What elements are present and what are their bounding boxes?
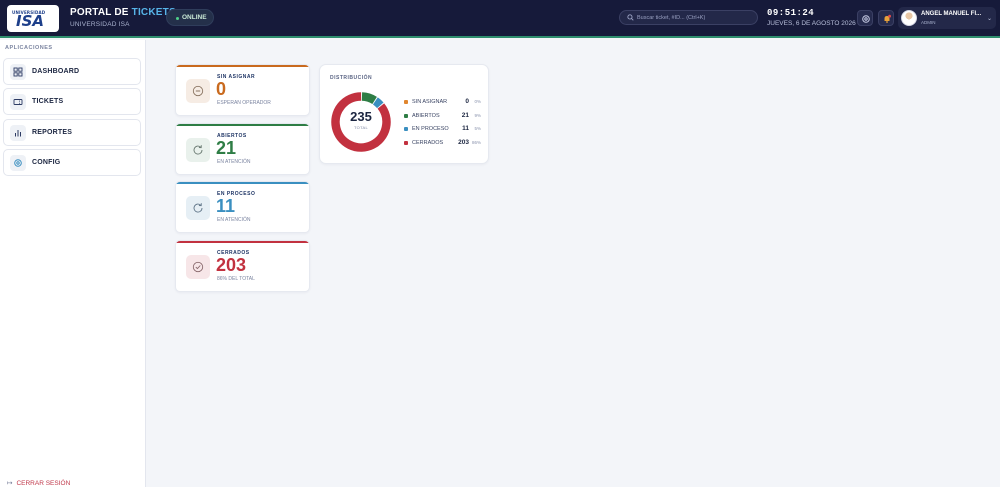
user-role: ADMIN [921, 20, 936, 25]
refresh-icon [186, 138, 210, 162]
legend-name: SIN ASIGNAR [412, 99, 448, 105]
donut-slice-abiertos [361, 92, 377, 105]
legend-swatch [404, 100, 408, 104]
chevron-down-icon: ⌄ [987, 16, 993, 22]
stat-value: 0 [216, 79, 227, 99]
online-dot-icon [176, 17, 179, 20]
sidebar-item-label: REPORTES [32, 129, 73, 136]
search-box[interactable] [619, 10, 758, 25]
gear-icon [862, 15, 870, 23]
sidebar-item-tickets[interactable]: TICKETS [3, 88, 141, 115]
notifications-button[interactable] [878, 10, 894, 26]
sidebar-item-reportes[interactable]: REPORTES [3, 119, 141, 146]
legend-name: CERRADOS [412, 140, 444, 146]
stat-card-accent-bar [176, 65, 309, 67]
minus-circle-icon [186, 79, 210, 103]
sidebar-item-label: CONFIG [32, 159, 61, 166]
legend-percent: 9% [474, 113, 481, 118]
legend-count: 0 [465, 98, 469, 105]
gear-icon [10, 155, 26, 171]
portal-title: PORTAL DE TICKETS [70, 7, 176, 18]
stat-hint: EN ATENCIÓN [217, 217, 251, 223]
portal-title-prefix: PORTAL DE [70, 7, 129, 18]
sidebar-section-label: APLICACIONES [5, 45, 53, 51]
legend-name: ABIERTOS [412, 113, 440, 119]
stat-hint: ESPERAN OPERADOR [217, 100, 271, 106]
stat-value: 203 [216, 255, 247, 275]
clock-time: 09:51:24 [767, 8, 815, 18]
stat-card-abiertos[interactable]: ABIERTOS 21 EN ATENCIÓN [175, 123, 310, 175]
brand: PORTAL DE TICKETS UNIVERSIDAD ISA [70, 7, 176, 28]
stat-card-cerrados[interactable]: CERRADOS 203 86% DEL TOTAL [175, 240, 310, 292]
clock-date: JUEVES, 6 DE AGOSTO 2026 [767, 20, 856, 27]
legend-count: 203 [458, 139, 469, 146]
check-circle-icon [186, 255, 210, 279]
sidebar: APLICACIONES DASHBOARD TICKETS REPORTES … [0, 40, 146, 487]
search-input[interactable] [637, 12, 755, 24]
avatar [901, 10, 917, 26]
university-logo[interactable]: UNIVERSIDAD ISA [7, 5, 59, 32]
distribution-card: DISTRIBUCIÓN 235 TOTAL SIN ASIGNAR 0 0% … [319, 64, 489, 164]
stat-card-en-proceso[interactable]: EN PROCESO 11 EN ATENCIÓN [175, 181, 310, 233]
stat-value: 11 [216, 196, 236, 216]
legend-percent: 0% [474, 99, 481, 104]
legend-swatch [404, 141, 408, 145]
ticket-icon [10, 94, 26, 110]
logo-big-text: ISA [16, 12, 44, 30]
logout-button[interactable]: ↦ CERRAR SESIÓN [7, 479, 70, 487]
legend-count: 11 [462, 125, 469, 132]
stat-value: 21 [216, 138, 237, 158]
settings-button[interactable] [857, 10, 873, 26]
search-icon [627, 14, 634, 21]
grid-icon [10, 64, 26, 80]
sidebar-item-config[interactable]: CONFIG [3, 149, 141, 176]
legend-swatch [404, 114, 408, 118]
online-status-text: ONLINE [182, 14, 207, 21]
donut-slice-en-proceso [372, 97, 384, 109]
legend-count: 21 [461, 112, 469, 119]
logout-label: CERRAR SESIÓN [16, 480, 71, 487]
sidebar-item-dashboard[interactable]: DASHBOARD [3, 58, 141, 85]
bell-icon [884, 14, 891, 23]
sidebar-item-label: TICKETS [32, 98, 64, 105]
bar-chart-icon [10, 125, 26, 141]
sidebar-item-label: DASHBOARD [32, 68, 80, 75]
portal-subtitle: UNIVERSIDAD ISA [70, 21, 130, 28]
top-bar: UNIVERSIDAD ISA PORTAL DE TICKETS UNIVER… [0, 0, 1000, 38]
legend-percent: 5% [474, 126, 481, 131]
stat-hint: 86% DEL TOTAL [217, 276, 255, 282]
donut-total: 235 [350, 109, 372, 124]
online-status-badge: ONLINE [166, 9, 214, 26]
legend-name: EN PROCESO [412, 126, 449, 132]
user-menu[interactable]: ANGEL MANUEL FI... ADMIN ⌄ [898, 7, 996, 29]
legend-swatch [404, 127, 408, 131]
refresh-icon [186, 196, 210, 220]
stat-card-sin-asignar[interactable]: SIN ASIGNAR 0 ESPERAN OPERADOR [175, 64, 310, 116]
stat-card-accent-bar [176, 241, 309, 243]
legend-percent: 86% [471, 140, 481, 145]
stat-card-accent-bar [176, 124, 309, 126]
stat-card-accent-bar [176, 182, 309, 184]
stat-hint: EN ATENCIÓN [217, 159, 251, 165]
user-name: ANGEL MANUEL FI... [921, 11, 982, 17]
distribution-title: DISTRIBUCIÓN [330, 75, 373, 81]
donut-total-caption: TOTAL [353, 125, 369, 130]
logout-icon: ↦ [7, 480, 13, 487]
clock: 09:51:24 JUEVES, 6 DE AGOSTO 2026 [767, 8, 856, 27]
